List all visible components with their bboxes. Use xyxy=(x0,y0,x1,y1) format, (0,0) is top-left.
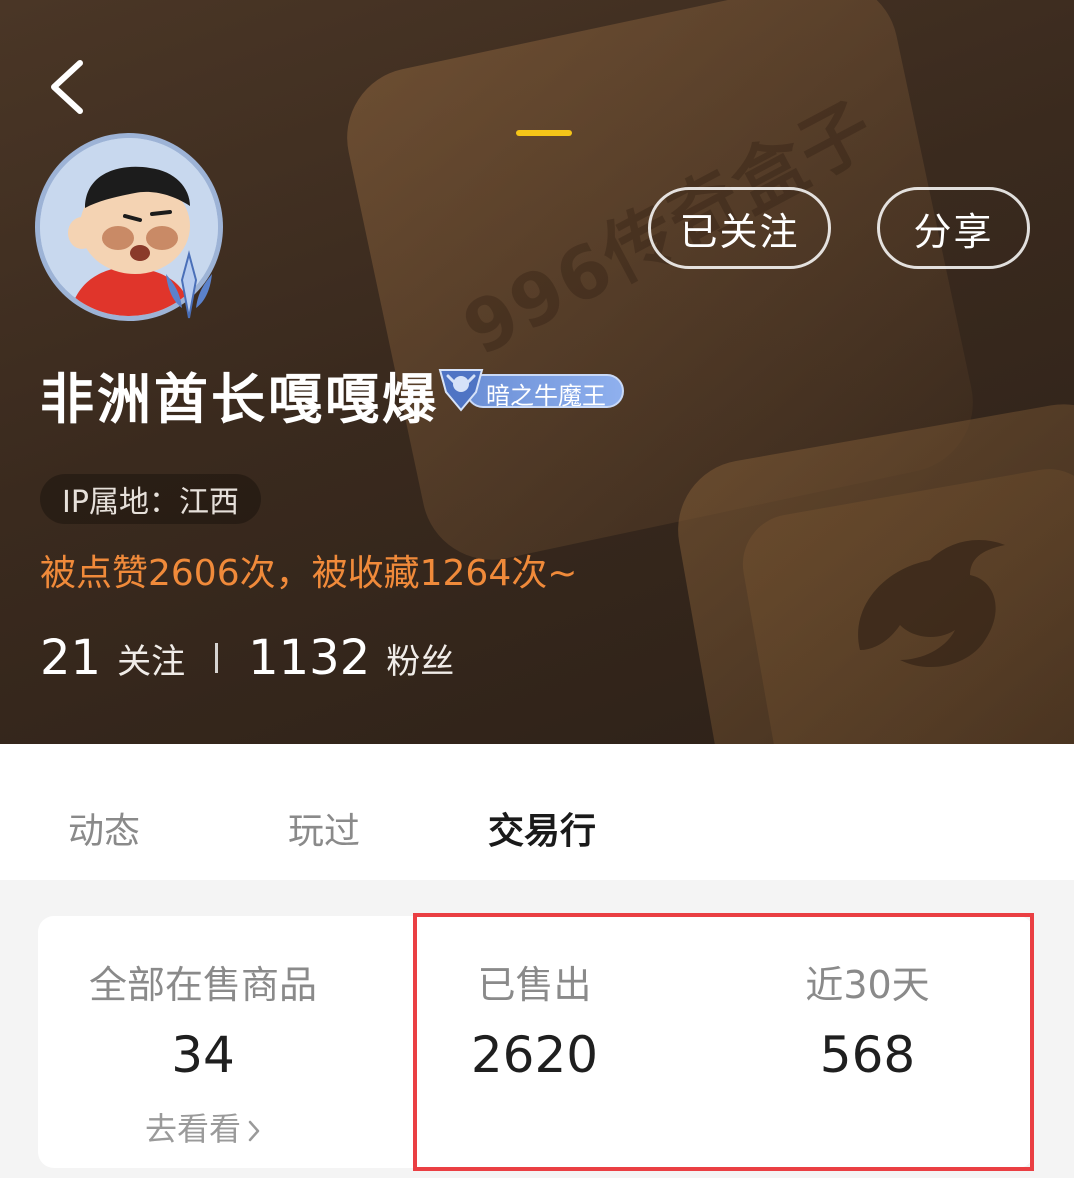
sold-label: 已售出 xyxy=(477,963,592,1007)
view-all-label: 去看看 xyxy=(144,1110,241,1148)
active-tab-indicator xyxy=(516,130,572,136)
dragon-logo-icon xyxy=(858,540,1005,668)
view-all-link[interactable]: 去看看 xyxy=(38,1104,368,1150)
bull-demon-badge-icon xyxy=(438,369,484,412)
followers-count[interactable]: 1132 xyxy=(248,630,370,686)
profile-header: 996传奇盒子 已关注 分享 非洲酋长嘎嘎爆 暗之牛魔王 IP属地：江西 被点赞… xyxy=(0,0,1074,744)
tab-trading[interactable]: 交易行 xyxy=(488,802,596,854)
all-on-sale-stat[interactable]: 全部在售商品 34 去看看 xyxy=(38,916,368,1168)
likes-summary: 被点赞2606次，被收藏1264次~ xyxy=(40,553,578,594)
trading-stats-card: 全部在售商品 34 去看看 已售出 2620 近30天 568 xyxy=(38,916,1034,1168)
ip-location: IP属地：江西 xyxy=(40,474,261,524)
following-label[interactable]: 关注 xyxy=(117,634,185,683)
stats-divider xyxy=(215,643,219,673)
last-30-days-value: 568 xyxy=(819,1026,916,1084)
sword-badge-icon xyxy=(166,250,212,319)
all-on-sale-label: 全部在售商品 xyxy=(88,963,317,1007)
followers-label[interactable]: 粉丝 xyxy=(386,634,454,683)
follow-stats: 21 关注 1132 粉丝 xyxy=(40,630,454,686)
profile-tabs: 动态 玩过 交易行 xyxy=(0,744,1074,880)
username: 非洲酋长嘎嘎爆 xyxy=(40,368,439,431)
following-count[interactable]: 21 xyxy=(40,630,101,686)
back-arrow-icon[interactable] xyxy=(40,55,100,119)
level-badge: 暗之牛魔王 xyxy=(436,366,626,412)
share-button[interactable]: 分享 xyxy=(877,187,1030,269)
last-30-days-label: 近30天 xyxy=(805,963,930,1007)
sold-value: 2620 xyxy=(470,1026,599,1084)
followed-button[interactable]: 已关注 xyxy=(648,187,831,269)
last-30-days-stat: 近30天 568 xyxy=(701,916,1034,1168)
sold-stat: 已售出 2620 xyxy=(368,916,701,1168)
tab-played[interactable]: 玩过 xyxy=(288,802,360,854)
level-badge-label: 暗之牛魔王 xyxy=(486,382,606,410)
tab-activity[interactable]: 动态 xyxy=(68,802,140,854)
all-on-sale-value: 34 xyxy=(171,1026,235,1084)
chevron-right-icon xyxy=(248,1120,260,1142)
